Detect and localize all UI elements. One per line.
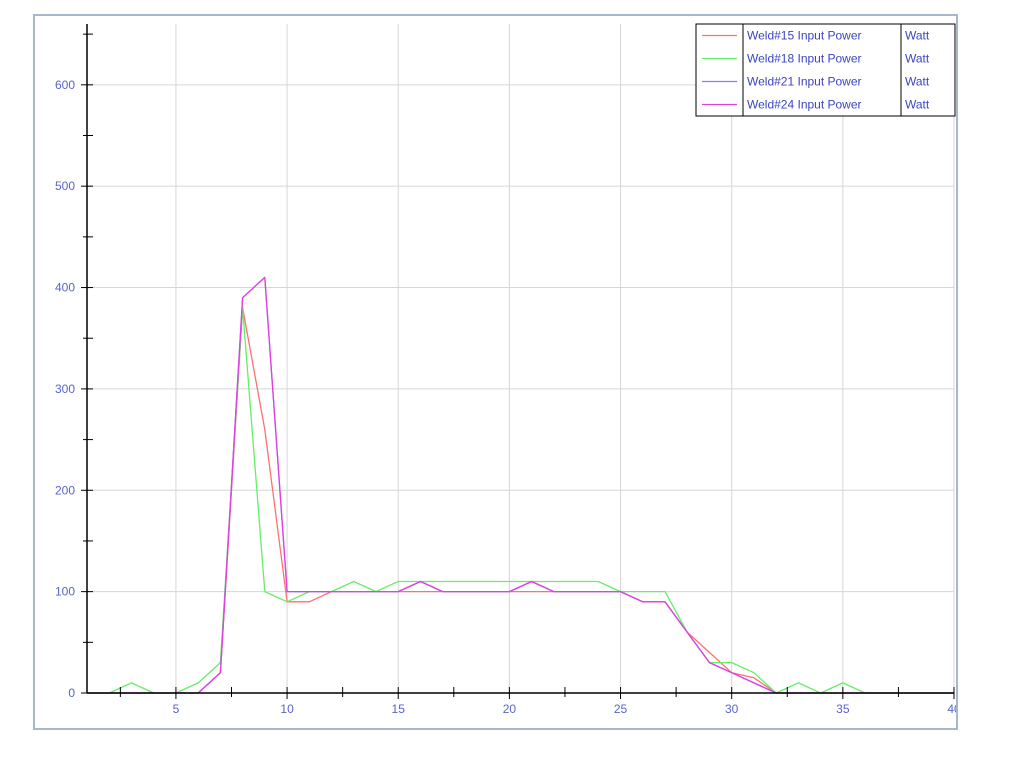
series-layer (87, 276, 954, 694)
series-line-2 (87, 307, 954, 694)
x-tick-label-15: 15 (392, 702, 406, 716)
series-line-3 (87, 276, 954, 694)
y-tick-label-300: 300 (55, 382, 75, 396)
legend-label-2: Weld#18 Input Power (747, 52, 862, 66)
axis-layer: 0 100 200 300 400 500 600 5 10 15 20 25 30 35 40 (55, 24, 956, 716)
legend-label-3: Weld#21 Input Power (747, 75, 862, 89)
legend-label-1: Weld#15 Input Power (747, 29, 862, 43)
legend-unit-3: Watt (905, 75, 930, 89)
legend-unit-2: Watt (905, 52, 930, 66)
x-tick-label-35: 35 (836, 702, 850, 716)
y-tick-label-500: 500 (55, 179, 75, 193)
legend-label-4: Weld#24 Input Power (747, 98, 862, 112)
x-tick-label-25: 25 (614, 702, 628, 716)
y-tick-label-100: 100 (55, 585, 75, 599)
y-tick-label-600: 600 (55, 78, 75, 92)
y-tick-label-400: 400 (55, 281, 75, 295)
legend-unit-1: Watt (905, 29, 930, 43)
y-tick-label-200: 200 (55, 483, 75, 497)
x-tick-label-5: 5 (173, 702, 180, 716)
x-tick-label-40: 40 (947, 702, 956, 716)
line-chart: 0 100 200 300 400 500 600 5 10 15 20 25 30 35 40 Weld#… (55, 23, 956, 716)
grid-layer (87, 24, 955, 693)
series-line-1 (87, 307, 954, 694)
y-tick-label-0: 0 (68, 686, 75, 700)
chart-frame: 0 100 200 300 400 500 600 5 10 15 20 25 30 35 40 Weld#… (33, 14, 958, 730)
legend-unit-4: Watt (905, 98, 930, 112)
legend: Weld#15 Input Power Watt Weld#18 Input Pow… (695, 23, 956, 117)
x-tick-label-10: 10 (280, 702, 294, 716)
x-tick-label-30: 30 (725, 702, 739, 716)
series-line-4 (87, 276, 954, 694)
x-tick-label-20: 20 (503, 702, 517, 716)
